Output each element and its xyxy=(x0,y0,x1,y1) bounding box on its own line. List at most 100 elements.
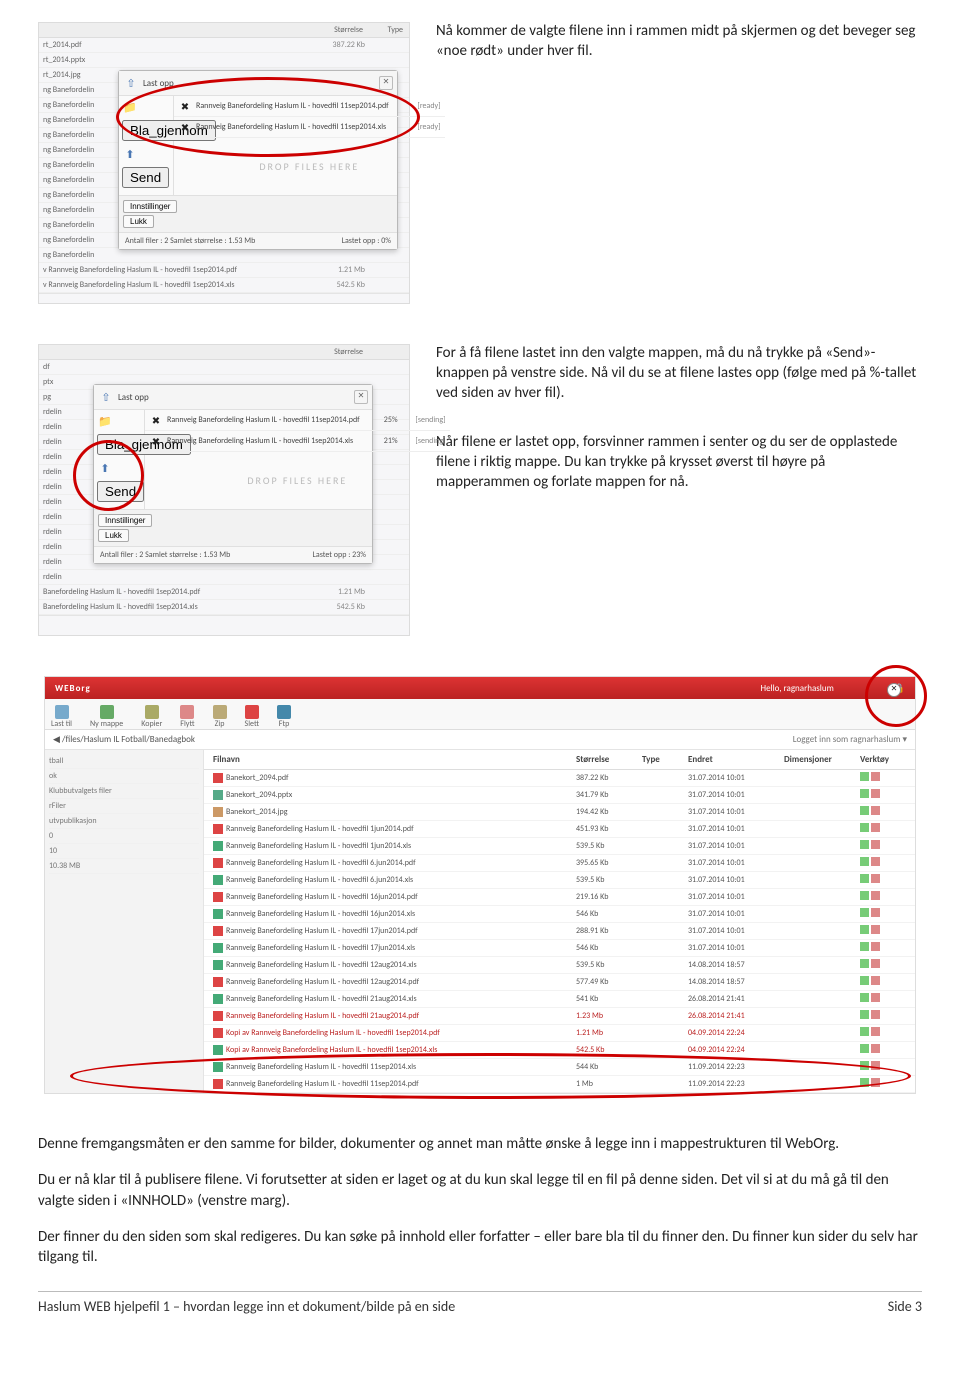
table-row[interactable]: Rannveig Banefordeling Haslum IL - hoved… xyxy=(204,855,915,872)
tool-icon-b[interactable] xyxy=(871,993,880,1002)
tool-icon-b[interactable] xyxy=(871,874,880,883)
tool-icon-a[interactable] xyxy=(860,789,869,798)
browse-icon: 📁 xyxy=(97,413,113,429)
tool-icon-b[interactable] xyxy=(871,1010,880,1019)
table-row[interactable]: Rannveig Banefordeling Haslum IL - hoved… xyxy=(204,1076,915,1093)
tool-icon-a[interactable] xyxy=(860,959,869,968)
tool-icon-b[interactable] xyxy=(871,789,880,798)
remove-icon[interactable]: ✖ xyxy=(178,120,192,134)
tool-icon-b[interactable] xyxy=(871,976,880,985)
remove-icon[interactable]: ✖ xyxy=(149,434,163,448)
folder-up-icon[interactable]: ◀ xyxy=(53,734,60,745)
bg-file-row: v Rannveig Banefordeling Haslum IL - hov… xyxy=(39,278,409,293)
para-6: Der finner du den siden som skal rediger… xyxy=(38,1227,922,1268)
settings-button[interactable]: Innstillinger xyxy=(98,514,152,527)
table-row[interactable]: Rannveig Banefordeling Haslum IL - hoved… xyxy=(204,940,915,957)
remove-icon[interactable]: ✖ xyxy=(149,413,163,427)
table-row[interactable]: Rannveig Banefordeling Haslum IL - hoved… xyxy=(204,923,915,940)
send-button[interactable]: Send xyxy=(122,167,169,188)
table-row[interactable]: Rannveig Banefordeling Haslum IL - hoved… xyxy=(204,872,915,889)
tool-icon-a[interactable] xyxy=(860,993,869,1002)
table-row[interactable]: Kopi av Rannveig Banefordeling Haslum IL… xyxy=(204,1042,915,1059)
tool-icon-b[interactable] xyxy=(871,942,880,951)
close-icon[interactable]: ✕ xyxy=(379,76,393,90)
close-icon[interactable]: ✕ xyxy=(354,390,368,404)
file-xls-icon xyxy=(213,1045,223,1055)
tool-icon-b[interactable] xyxy=(871,891,880,900)
close-icon[interactable]: ✕ xyxy=(887,683,901,697)
tool-icon-b[interactable] xyxy=(871,1044,880,1053)
upload-pct: Lastet opp : 23% xyxy=(313,550,366,560)
tool-icon-a[interactable] xyxy=(860,1010,869,1019)
table-row[interactable]: Banekort_2094.pdf387.22 Kb31.07.2014 10:… xyxy=(204,770,915,787)
tool-icon-a[interactable] xyxy=(860,1078,869,1087)
tool-icon-a[interactable] xyxy=(860,874,869,883)
tool-icon-a[interactable] xyxy=(860,908,869,917)
tool-icon-a[interactable] xyxy=(860,1027,869,1036)
table-row[interactable]: Rannveig Banefordeling Haslum IL - hoved… xyxy=(204,906,915,923)
file-xls-icon xyxy=(213,943,223,953)
toolbar-ftp[interactable]: Ftp xyxy=(277,705,291,729)
table-row[interactable]: Rannveig Banefordeling Haslum IL - hoved… xyxy=(204,1008,915,1025)
close-button[interactable]: Lukk xyxy=(123,215,154,228)
tool-icon-a[interactable] xyxy=(860,942,869,951)
table-row[interactable]: Rannveig Banefordeling Haslum IL - hoved… xyxy=(204,974,915,991)
tool-icon-a[interactable] xyxy=(860,976,869,985)
send-button[interactable]: Send xyxy=(97,481,144,502)
table-row[interactable]: Rannveig Banefordeling Haslum IL - hoved… xyxy=(204,838,915,855)
tool-icon-a[interactable] xyxy=(860,1061,869,1070)
bg-file-row: rt_2014.pptx xyxy=(39,53,409,68)
login-as[interactable]: Logget inn som ragnarhaslum ▾ xyxy=(793,734,907,745)
tool-icon-b[interactable] xyxy=(871,772,880,781)
toolbar-icon xyxy=(145,705,159,719)
tool-icon-a[interactable] xyxy=(860,772,869,781)
tool-icon-a[interactable] xyxy=(860,806,869,815)
tool-icon-b[interactable] xyxy=(871,857,880,866)
bg-file-row: v Rannveig Banefordeling Haslum IL - hov… xyxy=(39,263,409,278)
sidebar-entry: 0 xyxy=(49,829,199,844)
tool-icon-b[interactable] xyxy=(871,1078,880,1087)
toolbar-ny-mappe[interactable]: Ny mappe xyxy=(90,705,123,729)
tool-icon-a[interactable] xyxy=(860,1044,869,1053)
remove-icon[interactable]: ✖ xyxy=(178,99,192,113)
tool-icon-b[interactable] xyxy=(871,1027,880,1036)
settings-button[interactable]: Innstillinger xyxy=(123,200,177,213)
tool-icon-a[interactable] xyxy=(860,925,869,934)
table-row[interactable]: Rannveig Banefordeling Haslum IL - hoved… xyxy=(204,957,915,974)
caption-3: Når filene er lastet opp, forsvinner ram… xyxy=(436,433,922,492)
drop-zone[interactable]: DROP FILES HERE xyxy=(145,452,450,509)
table-row[interactable]: Banekort_2014.jpg194.42 Kb31.07.2014 10:… xyxy=(204,804,915,821)
sidebar-entry: utvpublikasjon xyxy=(49,814,199,829)
close-button[interactable]: Lukk xyxy=(98,529,129,542)
tool-icon-b[interactable] xyxy=(871,806,880,815)
tool-icon-b[interactable] xyxy=(871,840,880,849)
tool-icon-b[interactable] xyxy=(871,908,880,917)
tool-icon-b[interactable] xyxy=(871,1061,880,1070)
table-row[interactable]: Rannveig Banefordeling Haslum IL - hoved… xyxy=(204,1059,915,1076)
table-row[interactable]: Kopi av Rannveig Banefordeling Haslum IL… xyxy=(204,1025,915,1042)
toolbar-flytt[interactable]: Flytt xyxy=(180,705,194,729)
table-row[interactable]: Rannveig Banefordeling Haslum IL - hoved… xyxy=(204,889,915,906)
toolbar-zip[interactable]: Zip xyxy=(213,705,227,729)
tool-icon-b[interactable] xyxy=(871,823,880,832)
table-row[interactable]: Banekort_2094.pptx341.79 Kb31.07.2014 10… xyxy=(204,787,915,804)
file-xls-icon xyxy=(213,994,223,1004)
table-row[interactable]: Rannveig Banefordeling Haslum IL - hoved… xyxy=(204,991,915,1008)
upload-file-row: ✖Rannveig Banefordeling Haslum IL - hove… xyxy=(145,431,450,452)
toolbar-last-til[interactable]: Last til xyxy=(51,705,72,729)
toolbar-slett[interactable]: Slett xyxy=(245,705,260,729)
drop-zone[interactable]: DROP FILES HERE xyxy=(174,138,445,195)
tool-icon-a[interactable] xyxy=(860,823,869,832)
toolbar-kopier[interactable]: Kopier xyxy=(141,705,162,729)
toolbar-icon xyxy=(55,705,69,719)
table-row[interactable]: Rannveig Banefordeling Haslum IL - hoved… xyxy=(204,821,915,838)
upload-title: Last opp xyxy=(143,78,174,89)
toolbar-icon xyxy=(277,705,291,719)
tool-icon-b[interactable] xyxy=(871,959,880,968)
tool-icon-b[interactable] xyxy=(871,925,880,934)
tool-icon-a[interactable] xyxy=(860,857,869,866)
tool-icon-a[interactable] xyxy=(860,840,869,849)
sidebar-entry: tball xyxy=(49,754,199,769)
tool-icon-a[interactable] xyxy=(860,891,869,900)
sidebar-entry: rFiler xyxy=(49,799,199,814)
